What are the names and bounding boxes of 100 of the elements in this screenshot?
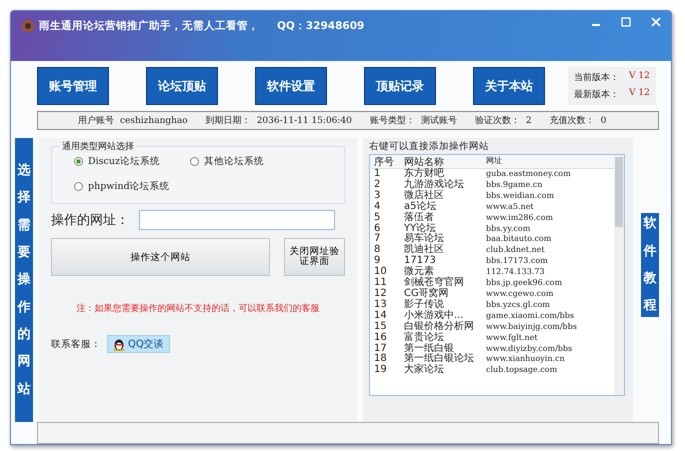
list-cell-text: 大家论坛 — [404, 365, 445, 376]
list-cell-text: 16 — [373, 332, 388, 344]
list-cell-text: bbs.9game.cn — [486, 180, 544, 191]
list-cell-text: 9 — [373, 256, 382, 266]
radio-option[interactable]: 其他论坛系统 — [190, 155, 264, 168]
list-cell-text: club.kdnet.net — [486, 245, 546, 256]
list-cell-text: www.diyizby.com/bbs — [486, 344, 574, 354]
list-cell-text: 14 — [373, 310, 388, 322]
info-label: 到期日期： — [206, 114, 251, 127]
column-header[interactable]: 网站名称 — [404, 155, 486, 168]
list-cell-text: 落伍者 — [404, 212, 435, 223]
list-cell-text: a5论坛 — [404, 202, 438, 212]
list-cell-text: 微店社区 — [404, 190, 445, 201]
list-cell-text: 富贵论坛 — [404, 332, 445, 343]
list-cell-text: 九游游戏论坛 — [404, 180, 465, 190]
list-cell-text: 东方财吧 — [404, 169, 444, 179]
banner-text: 软件教程 — [644, 215, 656, 316]
info-value: 2 — [526, 116, 532, 126]
list-cell-text: www.a5.net — [486, 202, 535, 213]
radio-option[interactable]: phpwind论坛系统 — [74, 180, 170, 193]
info-label: 用户账号 — [78, 114, 114, 127]
radio-button[interactable] — [74, 157, 83, 166]
app-icon — [21, 19, 35, 33]
close-icon[interactable] — [651, 17, 661, 27]
list-cell-text: 微元素 — [404, 267, 435, 278]
list-cell-text: 第一纸白银 — [404, 344, 454, 354]
penguin-icon — [113, 338, 125, 350]
list-cell-text: 17173 — [404, 256, 437, 266]
list-cell-text: CG哥窝网 — [404, 288, 450, 299]
list-cell-text: 13 — [373, 300, 388, 310]
scrollbar[interactable] — [614, 155, 624, 395]
radio-option[interactable]: Discuz论坛系统 — [74, 155, 160, 168]
list-cell-text: bbs.weidian.com — [486, 190, 556, 202]
operate-button[interactable]: 操作这个网站 — [51, 238, 270, 276]
nav-button[interactable]: 账号管理 — [37, 67, 109, 105]
column-header[interactable]: 网址 — [486, 155, 614, 168]
nav-button[interactable]: 关于本站 — [473, 67, 545, 105]
list-cell-text: bbs.yy.com — [486, 224, 532, 234]
list-cell-text: 3 — [373, 190, 382, 202]
list-cell-text: 第一纸白银论坛 — [404, 354, 475, 364]
version-value: V 12 — [629, 71, 650, 83]
radio-button[interactable] — [190, 157, 199, 166]
list-cell-text: www.im286.com — [486, 212, 554, 224]
list-cell-text: 7 — [373, 234, 382, 244]
banner-text: 选择需要操作的网站 — [18, 162, 30, 399]
list-cell-text: 17 — [373, 344, 388, 354]
version-label: 最新版本： — [574, 88, 619, 101]
list-cell-text: 小米游戏中... — [404, 310, 465, 321]
maximize-icon[interactable] — [621, 17, 631, 27]
close-verify-button[interactable]: 关闭网址验证界面 — [284, 238, 345, 276]
list-cell-text: www.xianhuoyin.cn — [486, 354, 566, 366]
nav-button[interactable]: 软件设置 — [255, 67, 327, 105]
list-cell-text: 白银价格分析网 — [404, 322, 475, 332]
list-cell-text: guba.eastmoney.com — [486, 169, 572, 180]
list-cell-text: 12 — [373, 288, 388, 300]
list-cell-text: YY论坛 — [404, 224, 436, 234]
list-cell-text: game.xiaomi.com/bbs — [486, 310, 576, 322]
list-cell-text: 11 — [373, 278, 388, 288]
qq-number: QQ：32948609 — [277, 19, 364, 33]
side-banner[interactable]: 软件教程 — [641, 213, 659, 317]
list-cell-text: club.topsage.com — [486, 365, 558, 376]
list-cell-text: 8 — [373, 245, 382, 256]
contact-label: 联系客服： — [51, 338, 101, 350]
list-cell-text: bbs.17173.com — [486, 256, 549, 268]
list-cell-text: 6 — [373, 224, 382, 234]
list-cell-text: 易车论坛 — [404, 234, 445, 244]
group-title: 通用类型网站选择 — [60, 140, 136, 153]
url-label: 操作的网址： — [51, 212, 129, 229]
list-cell-text: 2 — [373, 180, 382, 190]
list-cell-text: baa.bitauto.com — [486, 234, 552, 246]
nav-button[interactable]: 顶贴记录 — [364, 67, 436, 105]
info-label: 账号类型： — [370, 114, 415, 127]
list-cell-text: 1 — [373, 169, 382, 180]
info-value: 测试账号 — [420, 114, 457, 127]
list-cell-text: 10 — [373, 267, 388, 278]
list-cell-text: 凯迪社区 — [404, 245, 445, 256]
list-cell-text: 15 — [373, 322, 388, 332]
list-cell-text: 剑械苍穹官网 — [404, 278, 465, 288]
list-cell-text: www.baiyinjg.com/bbs — [486, 322, 578, 333]
column-header[interactable]: 序号 — [370, 155, 404, 168]
list-cell-text: 5 — [373, 212, 382, 224]
info-label: 充值次数： — [550, 114, 595, 127]
note-text: 注：如果您需要操作的网站不支持的话，可以联系我们的客服 — [76, 302, 320, 315]
list-cell-text: bbs.yzcs.gl.com — [486, 300, 551, 311]
info-value: 2036-11-11 15:06:40 — [256, 116, 352, 126]
nav-button[interactable]: 论坛顶贴 — [146, 67, 218, 105]
list-cell-text: www.fglt.net — [486, 332, 539, 344]
list-cell-text: 19 — [373, 365, 388, 376]
list-title: 右键可以直接添加操作网站 — [369, 140, 490, 153]
info-value: 0 — [600, 116, 606, 126]
list-cell-text: 4 — [373, 202, 382, 212]
window-title: 雨生通用论坛营销推广助手，无需人工看管， — [39, 19, 259, 33]
list-cell-text: www.cgewo.com — [486, 288, 554, 300]
url-input-field[interactable] — [139, 210, 335, 230]
radio-button[interactable] — [74, 182, 83, 191]
qq-chat-button[interactable]: QQ交谈 — [107, 335, 170, 353]
version-label: 当前版本： — [574, 72, 619, 84]
list-cell-text: bbs.jp.geek96.com — [486, 278, 564, 289]
list-cell-text: 18 — [373, 354, 388, 364]
version-value: V 12 — [629, 88, 650, 100]
